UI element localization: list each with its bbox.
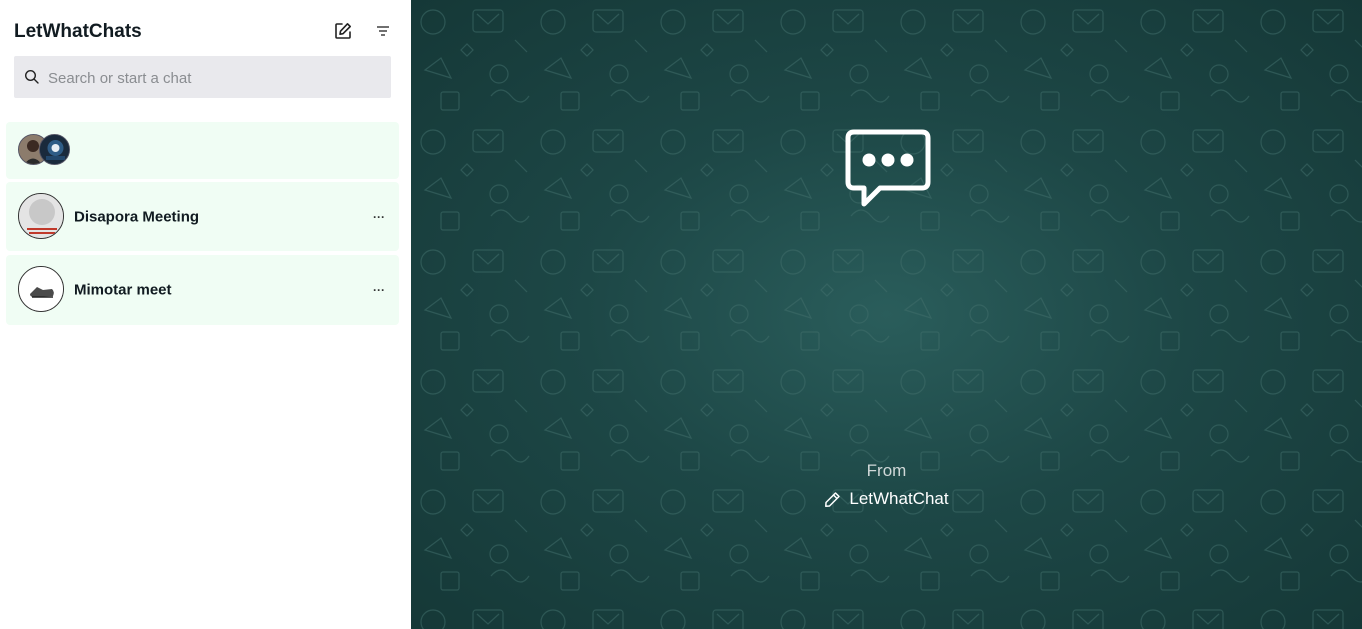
filter-button[interactable] (372, 20, 394, 42)
compose-button[interactable] (332, 20, 354, 42)
more-options-button[interactable]: ··· (373, 283, 385, 297)
sidebar-header: LetWhatChats (14, 18, 397, 46)
chat-name: Disapora Meeting (74, 208, 200, 225)
chat-bubble-icon (845, 129, 931, 207)
chat-name: Mimotar meet (74, 281, 172, 299)
from-label: From (866, 461, 907, 480)
chat-list-item[interactable]: Mimotar meet ··· (6, 255, 399, 325)
brand-line: LetWhatChat (411, 489, 1362, 509)
chat-list-item[interactable]: Disapora Meeting ··· (6, 182, 399, 251)
chat-list-item[interactable] (6, 122, 399, 179)
group-avatar-2 (39, 134, 70, 165)
search-input[interactable] (46, 56, 390, 100)
filter-icon (377, 26, 389, 36)
search-icon (24, 69, 39, 84)
chat-avatar (18, 266, 64, 312)
more-options-button[interactable]: ··· (373, 210, 385, 224)
compose-icon (335, 23, 351, 39)
welcome-panel: From LetWhatChat (411, 0, 1362, 629)
pencil-icon (825, 491, 841, 507)
sidebar: LetWhatChats Search or start a chat Disa… (0, 0, 411, 629)
search-box[interactable] (14, 56, 391, 100)
chat-avatar (18, 193, 64, 239)
app-title: LetWhatChats (14, 21, 142, 42)
doodle-pattern-background (411, 0, 1362, 629)
brand-name: LetWhatChat (849, 489, 949, 508)
